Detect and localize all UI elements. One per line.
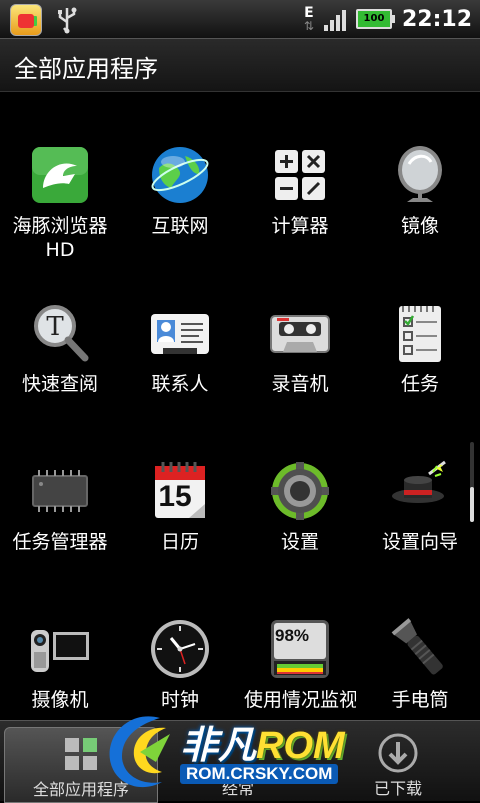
usage-percent: 98%: [275, 626, 310, 645]
app-label: 任务: [400, 373, 439, 395]
app-calendar[interactable]: 15 日历: [120, 460, 240, 554]
network-e-icon: E ⇅: [303, 5, 314, 33]
app-mirror[interactable]: 镜像: [360, 144, 480, 238]
magic-hat-icon: [389, 460, 451, 522]
svg-text:T: T: [46, 312, 64, 342]
app-settings[interactable]: 设置: [240, 460, 360, 554]
calculator-icon: [269, 144, 331, 206]
watermark-logo: 非凡ROM ROM.CRSKY.COM: [100, 704, 390, 800]
app-label: 镜像: [400, 215, 439, 237]
app-label: 快速查阅: [21, 373, 98, 395]
app-label: 联系人: [151, 373, 209, 395]
battery-level: 100: [363, 13, 385, 24]
flashlight-icon: [389, 618, 451, 680]
battery-icon: 100: [355, 9, 395, 29]
grid-icon: [65, 738, 97, 770]
app-label: 录音机: [271, 373, 329, 395]
camcorder-icon: [29, 618, 91, 680]
clock-time: 22:12: [401, 6, 472, 32]
usage-meter-icon: 98%: [269, 618, 331, 680]
app-setup-wizard[interactable]: 设置向导: [360, 460, 480, 554]
usb-icon: [58, 7, 77, 34]
app-voice-recorder[interactable]: 录音机: [240, 302, 360, 396]
app-label: 日历: [160, 531, 199, 553]
contact-card-icon: [149, 302, 211, 364]
scrollbar-thumb[interactable]: [470, 487, 474, 522]
app-label: 设置向导: [381, 531, 458, 553]
app-label: 设置: [280, 531, 319, 553]
app-quick-lookup[interactable]: T 快速查阅: [0, 302, 120, 396]
app-clock[interactable]: 时钟: [120, 618, 240, 712]
watermark-brand: 非凡ROM: [180, 714, 345, 769]
app-label: 互联网: [151, 215, 209, 237]
chip-icon: [29, 460, 91, 522]
magnifier-icon: T: [29, 302, 91, 364]
app-tasks[interactable]: 任务: [360, 302, 480, 396]
app-calculator[interactable]: 计算器: [240, 144, 360, 238]
dolphin-browser-icon: [29, 144, 91, 206]
app-dolphin-browser[interactable]: 海豚浏览器HD: [0, 144, 120, 262]
globe-icon: [149, 144, 211, 206]
mirror-icon: [389, 144, 451, 206]
gear-icon: [269, 460, 331, 522]
app-label: 计算器: [271, 215, 329, 237]
app-camcorder[interactable]: 摄像机: [0, 618, 120, 712]
watermark-brand-cn: 非凡: [180, 725, 257, 767]
app-flashlight[interactable]: 手电筒: [360, 618, 480, 712]
calendar-day: 15: [158, 480, 192, 513]
title-bar: 全部应用程序: [0, 39, 480, 92]
crsky-swirl-icon: [109, 716, 170, 788]
page-title: 全部应用程序: [14, 55, 158, 83]
status-bar: E ⇅ 100 22:12: [0, 0, 480, 39]
watermark-brand-rom: ROM: [256, 725, 345, 767]
market-icon: [10, 4, 42, 36]
app-contacts[interactable]: 联系人: [120, 302, 240, 396]
app-grid: 海豚浏览器HD 互联网 计算器 镜像 T 快速查阅 联系人 录音机 任务 任务管…: [0, 92, 480, 718]
app-label: 海豚浏览器HD: [12, 215, 108, 261]
app-usage-monitor[interactable]: 98% 使用情况监视器: [240, 618, 360, 712]
watermark-url: ROM.CRSKY.COM: [180, 764, 339, 784]
clock-icon: [149, 618, 211, 680]
app-internet[interactable]: 互联网: [120, 144, 240, 238]
signal-icon: [323, 7, 346, 31]
calendar-icon: 15: [149, 460, 211, 522]
cassette-icon: [269, 302, 331, 364]
task-notepad-icon: [389, 302, 451, 364]
app-task-manager[interactable]: 任务管理器: [0, 460, 120, 554]
app-label: 任务管理器: [12, 531, 108, 553]
